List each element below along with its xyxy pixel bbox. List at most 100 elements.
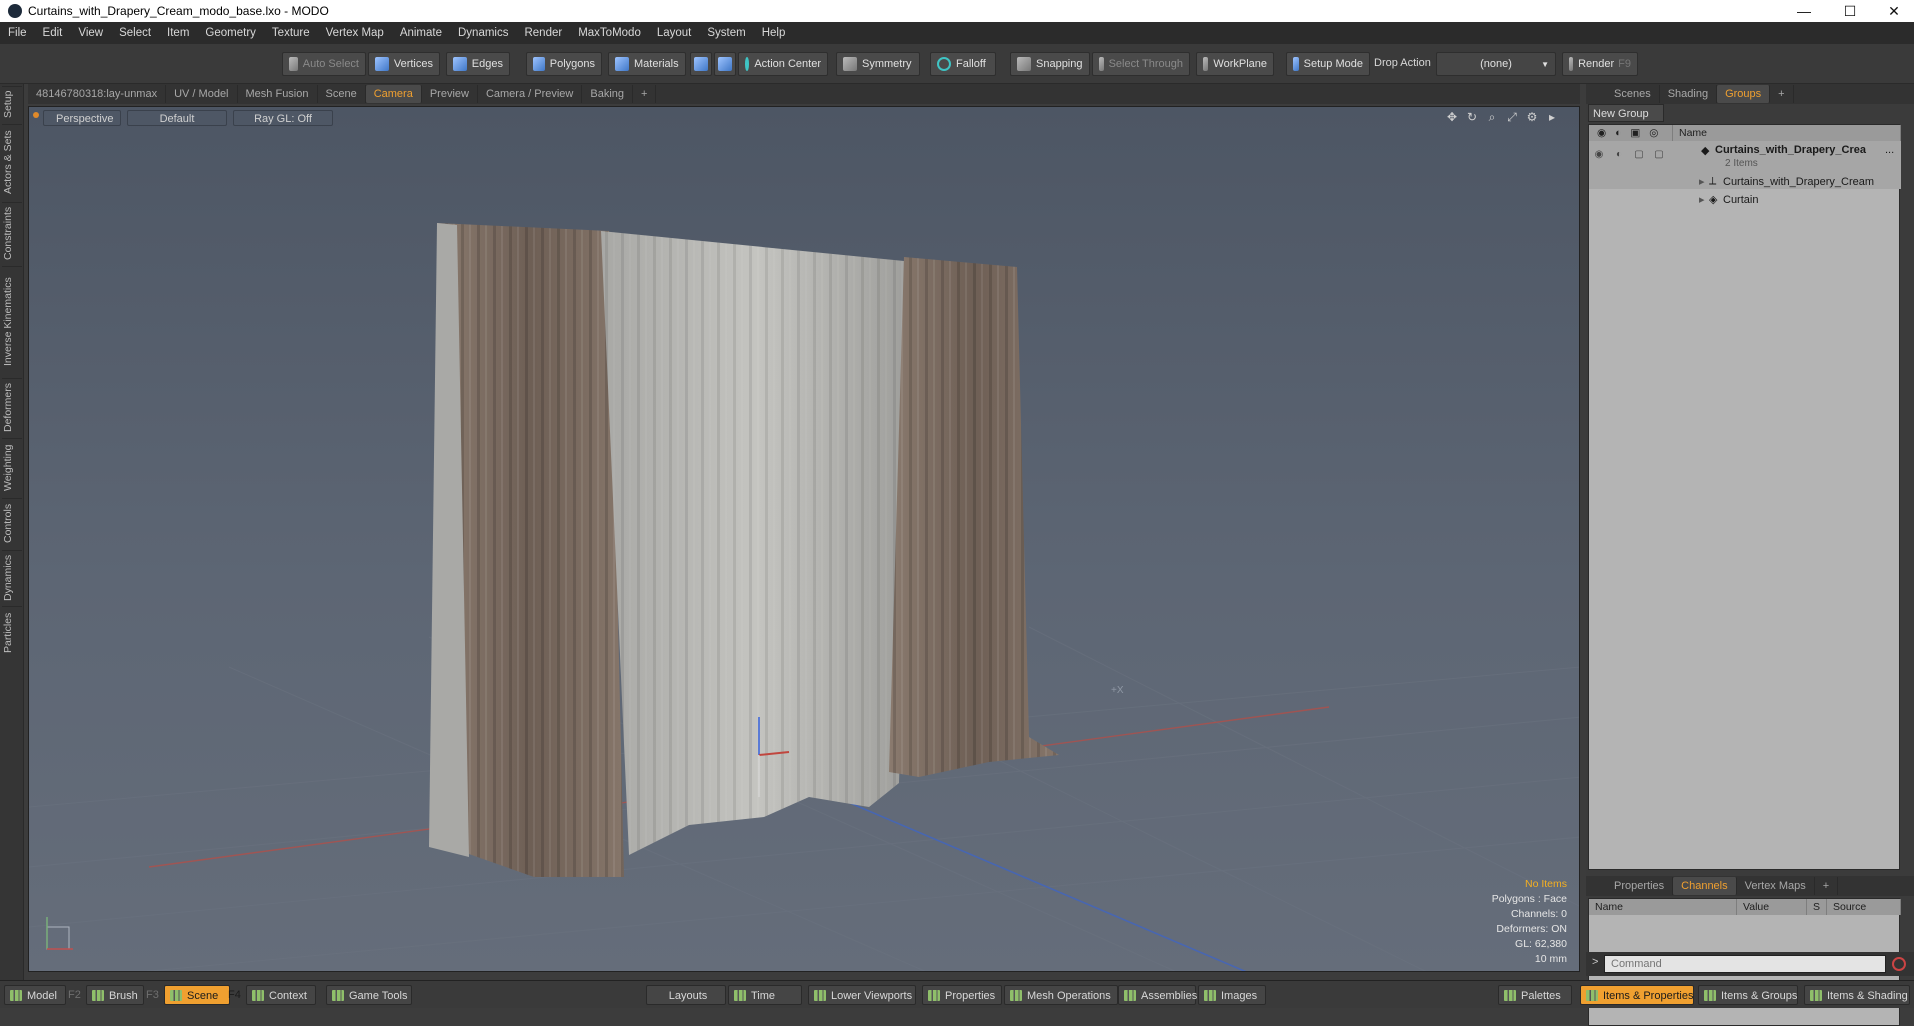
channels-name-header[interactable]: Name — [1589, 899, 1737, 915]
materials-button[interactable]: Materials — [608, 52, 686, 76]
tab-camera-preview[interactable]: Camera / Preview — [478, 85, 583, 103]
menu-maxtomodo[interactable]: MaxToModo — [570, 27, 649, 39]
mode-toggle-1-button[interactable] — [690, 52, 712, 76]
expand-arrow-icon[interactable]: ▸ — [1699, 175, 1705, 188]
maximize-button[interactable]: ☐ — [1828, 0, 1872, 22]
channels-source-header[interactable]: Source — [1827, 899, 1901, 915]
menu-geometry[interactable]: Geometry — [197, 27, 264, 39]
root-select-icon[interactable]: ▢ — [1651, 149, 1667, 160]
root-eye-icon[interactable]: ◉ — [1591, 149, 1607, 160]
gear-icon[interactable]: ⚙ — [1525, 110, 1539, 124]
maximize-icon[interactable]: ⤢ — [1505, 110, 1519, 124]
tab-scenes[interactable]: Scenes — [1606, 85, 1660, 103]
lower-viewports-button[interactable]: Lower Viewports — [808, 985, 916, 1005]
minimize-button[interactable]: — — [1782, 0, 1826, 22]
vertices-button[interactable]: Vertices — [368, 52, 440, 76]
tab-scene[interactable]: Scene — [318, 85, 366, 103]
menu-help[interactable]: Help — [754, 27, 794, 39]
drop-action-select[interactable]: (none) ▼ — [1436, 52, 1556, 76]
workplane-button[interactable]: WorkPlane — [1196, 52, 1274, 76]
add-panel-tab-button[interactable]: + — [1770, 85, 1794, 103]
snapping-button[interactable]: Snapping — [1010, 52, 1090, 76]
vtab-controls[interactable]: Controls — [2, 498, 22, 548]
vtab-inverse-kinematics[interactable]: Inverse Kinematics — [2, 266, 22, 376]
expand-arrow-icon[interactable]: ▸ — [1699, 193, 1705, 206]
render-button[interactable]: Render F9 — [1562, 52, 1638, 76]
new-group-button[interactable]: New Group — [1588, 104, 1664, 122]
root-lock-icon[interactable]: ▢ — [1631, 149, 1647, 160]
vtab-particles[interactable]: Particles — [2, 606, 22, 658]
arrow-right-icon[interactable]: ▸ — [1545, 110, 1559, 124]
menu-item[interactable]: Item — [159, 27, 197, 39]
game-tools-layout-button[interactable]: Game Tools — [326, 985, 412, 1005]
tab-mesh-fusion[interactable]: Mesh Fusion — [238, 85, 318, 103]
channels-s-header[interactable]: S — [1807, 899, 1827, 915]
vtab-weighting[interactable]: Weighting — [2, 438, 22, 496]
pan-icon[interactable]: ✥ — [1445, 110, 1459, 124]
assemblies-button[interactable]: Assemblies — [1118, 985, 1197, 1005]
shading-mode-button[interactable]: Default — [127, 110, 227, 126]
raygl-button[interactable]: Ray GL: Off — [233, 110, 333, 126]
model-layout-button[interactable]: Model — [4, 985, 66, 1005]
symmetry-button[interactable]: Symmetry — [836, 52, 920, 76]
zoom-icon[interactable]: ⌕ — [1485, 110, 1499, 124]
select-through-button[interactable]: Select Through — [1092, 52, 1190, 76]
tab-baking[interactable]: Baking — [582, 85, 634, 103]
images-button[interactable]: Images — [1198, 985, 1266, 1005]
mesh-operations-button[interactable]: Mesh Operations — [1004, 985, 1118, 1005]
scene-layout-button[interactable]: Scene — [164, 985, 230, 1005]
edges-button[interactable]: Edges — [446, 52, 510, 76]
add-tab-button[interactable]: + — [633, 85, 657, 103]
layouts-button[interactable]: Layouts — [646, 985, 726, 1005]
menu-file[interactable]: File — [0, 27, 35, 39]
vtab-actors-sets[interactable]: Actors & Sets — [2, 124, 22, 200]
menu-vertex-map[interactable]: Vertex Map — [318, 27, 392, 39]
vtab-setup[interactable]: Setup — [2, 86, 22, 122]
menu-render[interactable]: Render — [516, 27, 570, 39]
record-icon[interactable] — [1892, 957, 1906, 971]
brush-layout-button[interactable]: Brush — [86, 985, 144, 1005]
menu-dynamics[interactable]: Dynamics — [450, 27, 516, 39]
tab-shading[interactable]: Shading — [1660, 85, 1718, 103]
vtab-constraints[interactable]: Constraints — [2, 202, 22, 264]
menu-system[interactable]: System — [699, 27, 753, 39]
command-input[interactable] — [1604, 955, 1886, 973]
tab-groups[interactable]: Groups — [1717, 85, 1771, 103]
menu-edit[interactable]: Edit — [35, 27, 71, 39]
root-render-icon[interactable]: ◐ — [1611, 149, 1627, 160]
action-center-button[interactable]: Action Center — [738, 52, 828, 76]
tab-layout-unmax[interactable]: 48146780318:lay-unmax — [28, 85, 167, 103]
projection-button[interactable]: Perspective — [43, 110, 121, 126]
channels-value-header[interactable]: Value — [1737, 899, 1807, 915]
mode-toggle-2-button[interactable] — [714, 52, 736, 76]
3d-viewport[interactable]: +X Perspective Default Ray GL: Off ✥ ↻ ⌕… — [28, 106, 1580, 972]
tree-name-header[interactable]: Name — [1673, 125, 1901, 141]
setup-mode-button[interactable]: Setup Mode — [1286, 52, 1370, 76]
group-more-button[interactable]: ... — [1885, 144, 1894, 156]
time-button[interactable]: Time — [728, 985, 802, 1005]
palettes-button[interactable]: Palettes — [1498, 985, 1572, 1005]
vtab-deformers[interactable]: Deformers — [2, 378, 22, 436]
menu-texture[interactable]: Texture — [264, 27, 318, 39]
items-shading-button[interactable]: Items & Shading — [1804, 985, 1910, 1005]
group-child-item[interactable]: Curtain — [1723, 194, 1758, 206]
vtab-dynamics[interactable]: Dynamics — [2, 550, 22, 604]
add-properties-tab-button[interactable]: + — [1815, 877, 1839, 895]
auto-select-button[interactable]: Auto Select — [282, 52, 366, 76]
menu-select[interactable]: Select — [111, 27, 159, 39]
items-properties-button[interactable]: Items & Properties — [1580, 985, 1694, 1005]
tab-properties[interactable]: Properties — [1606, 877, 1674, 895]
close-button[interactable]: ✕ — [1872, 0, 1914, 22]
menu-layout[interactable]: Layout — [649, 27, 700, 39]
tab-channels[interactable]: Channels — [1673, 877, 1737, 895]
context-layout-button[interactable]: Context — [246, 985, 316, 1005]
falloff-button[interactable]: Falloff — [930, 52, 996, 76]
items-groups-button[interactable]: Items & Groups — [1698, 985, 1798, 1005]
tab-vertex-maps[interactable]: Vertex Maps — [1737, 877, 1815, 895]
properties-button[interactable]: Properties — [922, 985, 1002, 1005]
menu-view[interactable]: View — [70, 27, 111, 39]
group-child-item[interactable]: Curtains_with_Drapery_Cream — [1723, 176, 1874, 188]
menu-animate[interactable]: Animate — [392, 27, 450, 39]
polygons-button[interactable]: Polygons — [526, 52, 602, 76]
rotate-icon[interactable]: ↻ — [1465, 110, 1479, 124]
